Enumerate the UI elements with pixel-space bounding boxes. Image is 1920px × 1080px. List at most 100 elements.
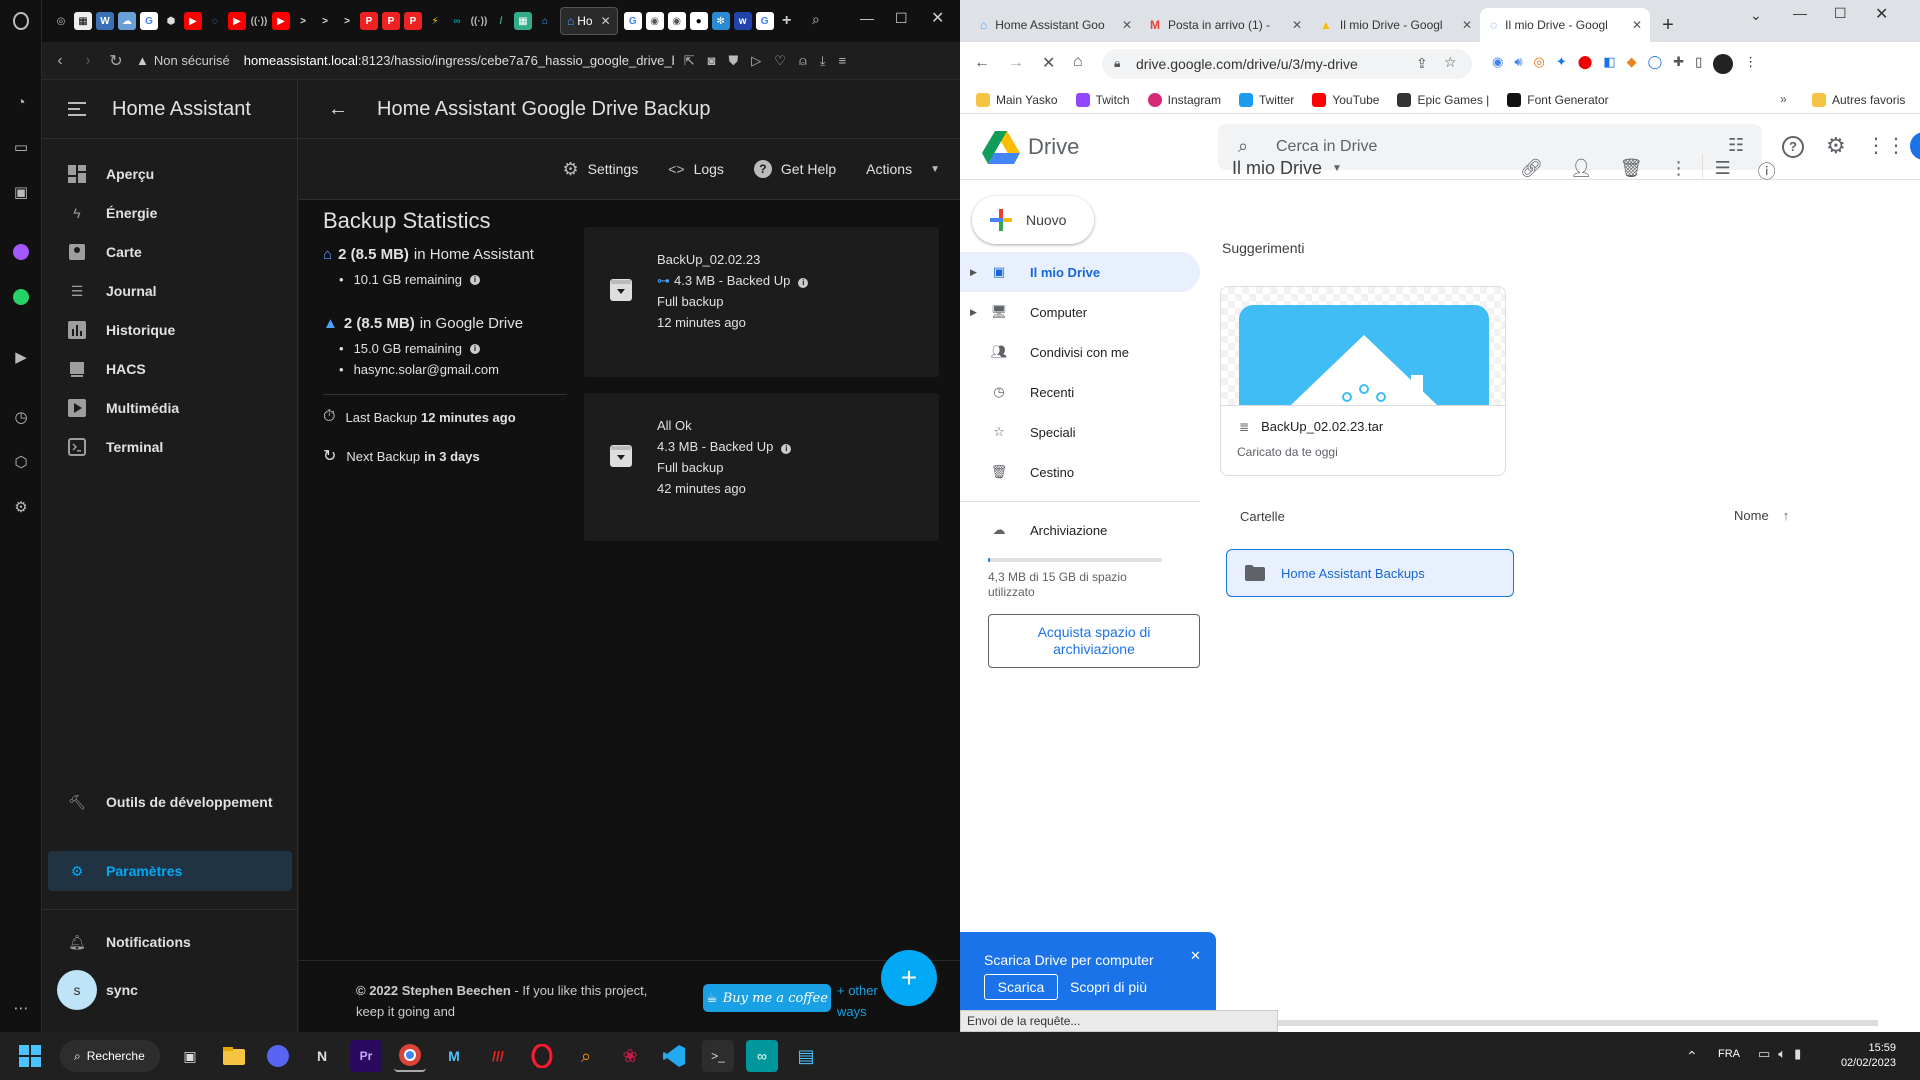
gamepad-favicon[interactable]: ◎ [52,12,70,30]
info-icon[interactable]: i [469,343,480,354]
close-icon[interactable]: ✕ [1122,18,1132,32]
broadcast-favicon[interactable]: ((·)) [250,12,268,30]
forward-icon[interactable]: → [1008,54,1024,72]
trash-icon[interactable]: 🗑︎ [1620,158,1643,184]
language-indicator[interactable]: FRA [1718,1048,1740,1060]
close-icon[interactable]: ✕ [1292,18,1302,32]
camera-icon[interactable]: ◙ [708,53,716,69]
extension-icon[interactable]: ⬤ [1578,54,1593,74]
new-button[interactable]: Nuovo [972,196,1094,244]
discord-icon[interactable] [262,1040,294,1072]
nav-computer[interactable]: ▶ 🖥︎ Computer [960,292,1200,332]
logs-button[interactable]: <> Logs [668,161,724,177]
wordpress-favicon[interactable]: W [96,12,114,30]
bookmark[interactable]: YouTube [1312,92,1379,107]
extension-icon[interactable]: 🔊︎ [1514,54,1522,74]
youtube-favicon[interactable]: ▶ [184,12,202,30]
minimize-icon[interactable]: — [1793,5,1807,21]
player-icon[interactable]: ▶ [11,347,31,367]
terminal-app-icon[interactable]: >_ [702,1040,734,1072]
profile-avatar[interactable] [1713,54,1734,74]
snowflake-favicon[interactable]: ✻ [711,12,730,30]
bookmark[interactable]: Epic Games | [1397,92,1489,107]
back-icon[interactable]: ← [974,54,990,72]
premiere-icon[interactable]: Pr [350,1040,382,1072]
back-arrow-icon[interactable]: ← [299,98,377,121]
stop-icon[interactable]: ✕ [1042,53,1055,73]
new-tab-button[interactable]: + [1650,8,1686,42]
chevron-up-icon[interactable]: ⌃ [1686,1048,1698,1065]
briefcase-icon[interactable]: ▭ [11,137,31,157]
window-close-icon[interactable]: ✕ [931,8,944,28]
reload-icon[interactable]: ↻ [102,51,130,71]
bookmark-star-icon[interactable]: ☆ [1444,54,1457,71]
other-ways-link[interactable]: + other ways [837,980,878,1022]
google-favicon[interactable]: G [755,12,774,30]
bookmark[interactable]: Instagram [1147,92,1221,107]
extension-icon[interactable]: ◎ [1534,54,1545,74]
forward-icon[interactable]: › [74,52,102,70]
history-icon[interactable]: ◷ [11,407,31,427]
windows-start-icon[interactable] [14,1040,46,1072]
sidebar-item-notifications[interactable]: 🔔︎ Notifications [48,922,292,962]
minimize-icon[interactable]: — [860,10,874,26]
sidebar-item-terminal[interactable]: Terminal [48,427,292,467]
backup-card[interactable]: BackUp_02.02.23 ⊶ 4.3 MB - Backed Up i Ful… [584,227,939,377]
menu-icon[interactable]: ≡ [839,53,847,69]
sidebar-item-carte[interactable]: Carte [48,232,292,272]
actions-dropdown[interactable]: Actions ▼ [866,161,940,177]
info-icon[interactable]: ⓘ [1758,158,1776,184]
list-view-icon[interactable]: ☰ [1715,158,1731,184]
suggested-file-card[interactable]: ≣ BackUp_02.02.23.tar Caricato da te ogg… [1220,286,1506,476]
sidebar-item-energie[interactable]: ϟ Énergie [48,193,292,233]
broadcast-favicon[interactable]: ((·)) [470,12,488,30]
msi-icon[interactable]: /// [482,1040,514,1072]
close-icon[interactable]: ✕ [1462,18,1472,32]
ha-favicon[interactable]: ⌂ [536,12,554,30]
opera-logo-icon[interactable] [11,11,31,31]
sidebar-item-journal[interactable]: ☰ Journal [48,271,292,311]
expand-caret-icon[interactable]: ▶ [970,267,977,278]
share-icon[interactable]: ⇪ [1416,55,1428,72]
more-bookmarks-icon[interactable]: » [1780,92,1787,106]
chrome-icon[interactable] [394,1040,426,1072]
chrome-tab[interactable]: M Posta in arrivo (1) - ✕ [1140,8,1310,42]
sort-button[interactable]: Nome ↑ [1734,508,1789,523]
messenger-icon[interactable] [11,242,31,262]
twitch-icon[interactable]: ▣ [11,182,31,202]
share-icon[interactable]: ⇱ [684,53,695,69]
menu-collapse-icon[interactable] [42,102,112,116]
close-icon[interactable]: ✕ [1632,18,1642,32]
nav-starred[interactable]: ☆ Speciali [960,412,1200,452]
sidebar-item-parametres[interactable]: ⚙ Paramètres [48,851,292,891]
search-app-icon[interactable]: ⌕ [570,1040,602,1072]
sidebar-item-multimedia[interactable]: Multimédia [48,388,292,428]
bookmark[interactable]: Font Generator [1507,92,1609,107]
more-icon[interactable]: ⋯ [11,998,31,1018]
task-view-icon[interactable]: ▣ [174,1040,206,1072]
google-favicon[interactable]: G [140,12,158,30]
extension-icon[interactable]: ◯ [1648,54,1663,74]
sidebar-item-historique[interactable]: Historique [48,310,292,350]
learn-more-link[interactable]: Scopri di più [1070,979,1147,995]
extension-icon[interactable]: ✦ [1556,54,1567,74]
p-favicon[interactable]: P [360,12,378,30]
profile-icon[interactable]: ⍝ [799,53,807,69]
bookmark[interactable]: Twitter [1238,92,1294,107]
folder-item[interactable]: Home Assistant Backups [1226,549,1514,597]
taskbar-search[interactable]: ⌕ Recherche [60,1040,160,1072]
github-favicon[interactable]: ● [689,12,708,30]
speedometer-icon[interactable]: ◔ [11,92,31,112]
cube-icon[interactable]: ⬡ [11,452,31,472]
chrome-active-tab[interactable]: ◌ Il mio Drive - Googl ✕ [1480,8,1650,42]
help-button[interactable]: ? Get Help [753,160,836,178]
search-icon[interactable]: ⌕ [812,11,820,28]
security-indicator[interactable]: ▲ Non sécurisé [136,53,230,68]
add-person-icon[interactable]: 👤︎ [1570,158,1593,184]
close-icon[interactable]: ✕ [1190,948,1201,964]
arduino-favicon[interactable]: ∞ [448,12,466,30]
nav-my-drive[interactable]: ▶ ▣ Il mio Drive [960,252,1200,292]
bolt-favicon[interactable]: ⚡ [426,12,444,30]
send-icon[interactable]: ▷ [751,53,761,69]
settings-gear-icon[interactable]: ⚙ [1826,133,1846,159]
